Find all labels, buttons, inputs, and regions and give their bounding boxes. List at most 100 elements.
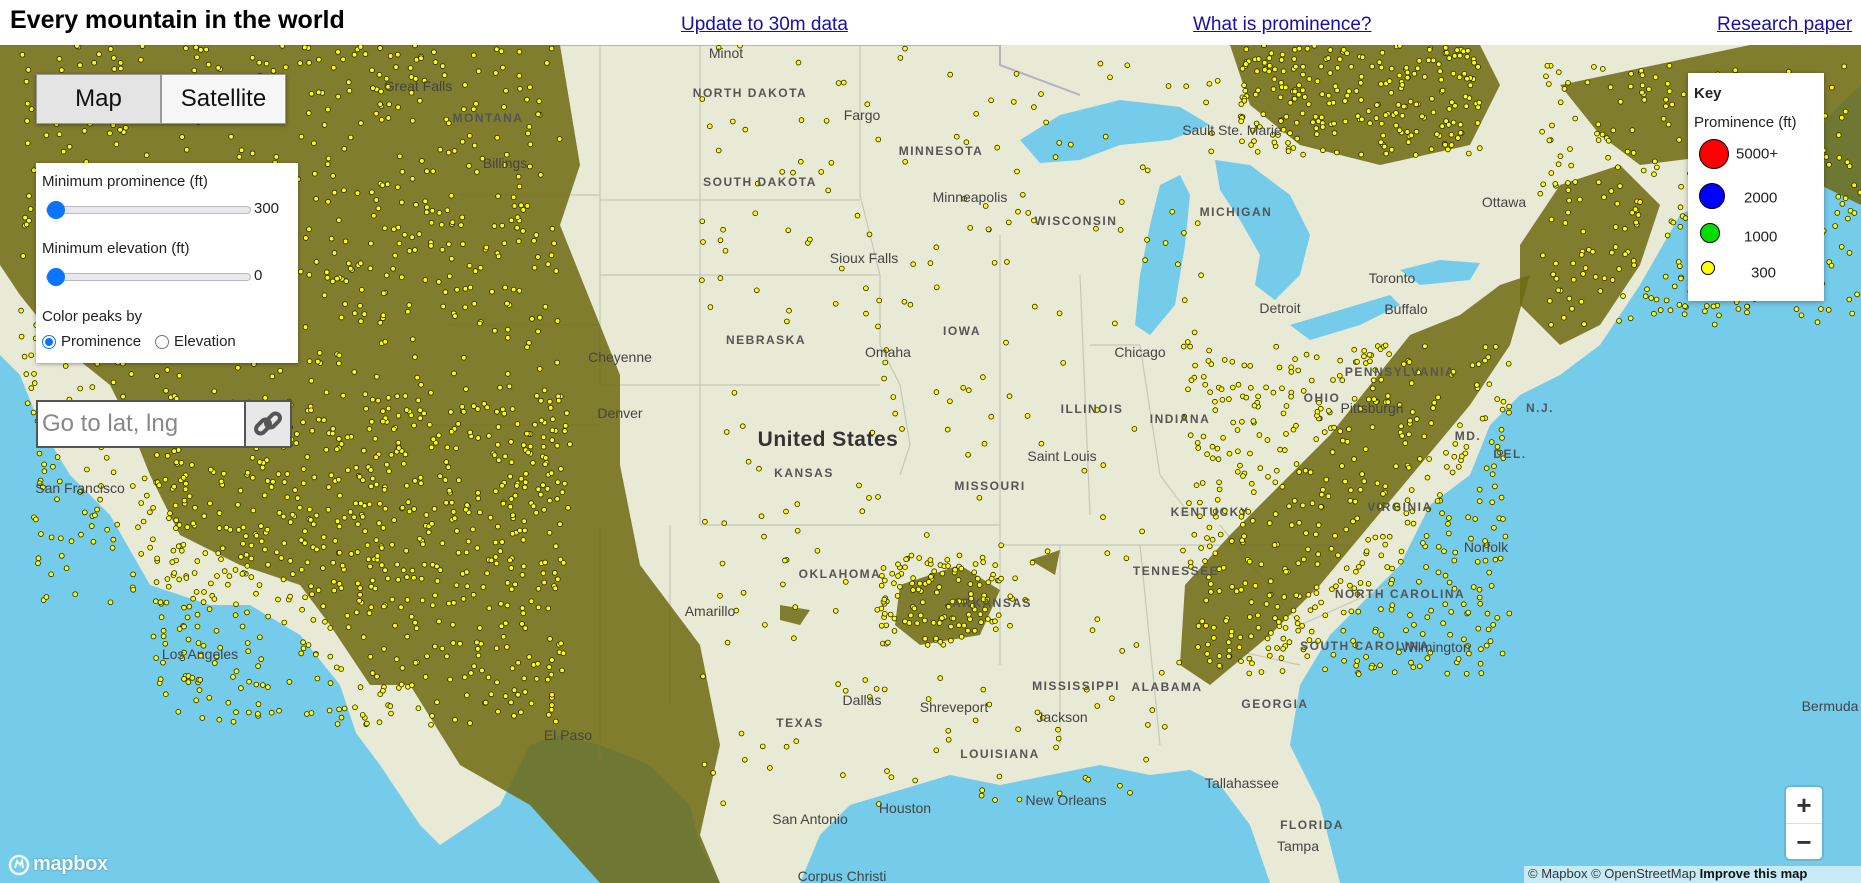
peak-marker [1553, 276, 1560, 282]
peak-marker [183, 480, 189, 487]
peak-marker [521, 518, 527, 525]
peak-marker [253, 681, 260, 688]
peak-marker [294, 431, 300, 437]
attribution-mapbox[interactable]: © Mapbox [1528, 866, 1587, 881]
peak-marker [167, 510, 173, 517]
peak-marker [506, 383, 513, 390]
peak-marker [1282, 84, 1289, 91]
peak-marker [299, 606, 305, 613]
map-style-button[interactable]: Map [36, 74, 161, 124]
peak-marker [196, 687, 203, 693]
peak-marker [380, 418, 386, 425]
peak-marker [1365, 108, 1372, 114]
peak-marker [1267, 652, 1273, 659]
peak-marker [110, 379, 117, 386]
peak-marker [1314, 131, 1320, 137]
min-prominence-slider[interactable] [46, 201, 251, 219]
attribution-osm[interactable]: © OpenStreetMap [1591, 866, 1696, 881]
peak-marker [1466, 150, 1472, 157]
peak-marker [1484, 610, 1491, 617]
research-paper-link[interactable]: Research paper [1717, 14, 1852, 36]
peak-marker [382, 505, 389, 512]
goto-latlng-input[interactable] [36, 400, 246, 448]
peak-marker [1267, 578, 1274, 584]
peak-marker [373, 454, 379, 461]
peak-marker [330, 173, 336, 179]
peak-marker [1475, 625, 1482, 632]
prominence-radio-label[interactable]: Prominence [61, 333, 141, 350]
peak-marker [344, 434, 351, 441]
zoom-in-button[interactable]: + [1786, 787, 1822, 823]
peak-marker [1591, 64, 1597, 70]
peak-marker [1378, 606, 1384, 612]
peak-marker [394, 393, 401, 400]
peak-marker [1793, 306, 1800, 312]
peak-marker [883, 622, 889, 629]
peak-marker [540, 570, 547, 576]
state-label: MISSOURI [954, 479, 1026, 493]
peak-marker [1492, 483, 1498, 490]
satellite-style-button[interactable]: Satellite [161, 74, 286, 124]
peak-marker [1308, 628, 1315, 635]
peak-marker [1235, 448, 1241, 455]
state-label: SOUTH DAKOTA [703, 175, 817, 189]
share-link-button[interactable] [246, 400, 292, 448]
peak-marker [309, 427, 316, 434]
peak-marker [1288, 364, 1294, 371]
peak-marker [1187, 432, 1194, 439]
min-elevation-slider-thumb[interactable] [47, 268, 65, 286]
peak-marker [395, 104, 401, 110]
peak-marker [74, 45, 80, 49]
peak-marker [832, 608, 839, 614]
peak-marker [1094, 703, 1101, 709]
peak-marker [1330, 377, 1336, 383]
peak-marker [181, 604, 187, 611]
peak-marker [1403, 627, 1409, 634]
peak-marker [1264, 437, 1271, 443]
improve-map-link[interactable]: Improve this map [1700, 866, 1808, 881]
peak-marker [1191, 531, 1198, 538]
peak-marker [429, 520, 435, 527]
peak-marker [375, 397, 382, 404]
elevation-radio-label[interactable]: Elevation [174, 333, 236, 350]
peak-marker [1663, 103, 1669, 109]
peak-marker [546, 529, 553, 536]
peak-marker [183, 575, 190, 581]
peak-marker [1846, 163, 1853, 169]
peak-marker [1506, 610, 1513, 617]
state-label: DEL. [1493, 447, 1527, 461]
peak-marker [1547, 298, 1553, 304]
peak-marker [1266, 592, 1273, 599]
peak-marker [248, 555, 255, 562]
peak-marker [369, 67, 375, 74]
peak-marker [1296, 45, 1303, 52]
peak-marker [84, 466, 90, 473]
peak-marker [335, 476, 342, 483]
peak-marker [875, 323, 881, 330]
peak-marker [396, 445, 402, 451]
peak-marker [361, 447, 367, 454]
peak-marker [221, 470, 227, 477]
zoom-out-button[interactable]: − [1786, 823, 1822, 860]
peak-marker [520, 442, 527, 448]
what-is-prominence-link[interactable]: What is prominence? [1193, 14, 1371, 36]
peak-marker [191, 570, 198, 576]
peak-marker [1584, 79, 1591, 86]
peak-marker [376, 520, 382, 526]
peak-marker [181, 623, 187, 630]
min-elevation-slider[interactable] [46, 268, 251, 286]
mapbox-logo[interactable]: mapbox [8, 853, 108, 876]
min-prominence-slider-thumb[interactable] [47, 201, 65, 219]
elevation-radio[interactable] [155, 334, 170, 349]
peak-marker [453, 582, 460, 589]
prominence-radio[interactable] [42, 334, 56, 349]
peak-marker [153, 655, 159, 661]
peak-marker [1235, 468, 1241, 475]
peak-marker [1421, 74, 1428, 80]
peak-marker [866, 231, 873, 238]
peak-marker [1320, 486, 1326, 493]
peak-marker [1605, 154, 1611, 161]
peak-marker [378, 545, 385, 551]
peak-marker [96, 51, 102, 57]
update-30m-link[interactable]: Update to 30m data [681, 14, 848, 36]
